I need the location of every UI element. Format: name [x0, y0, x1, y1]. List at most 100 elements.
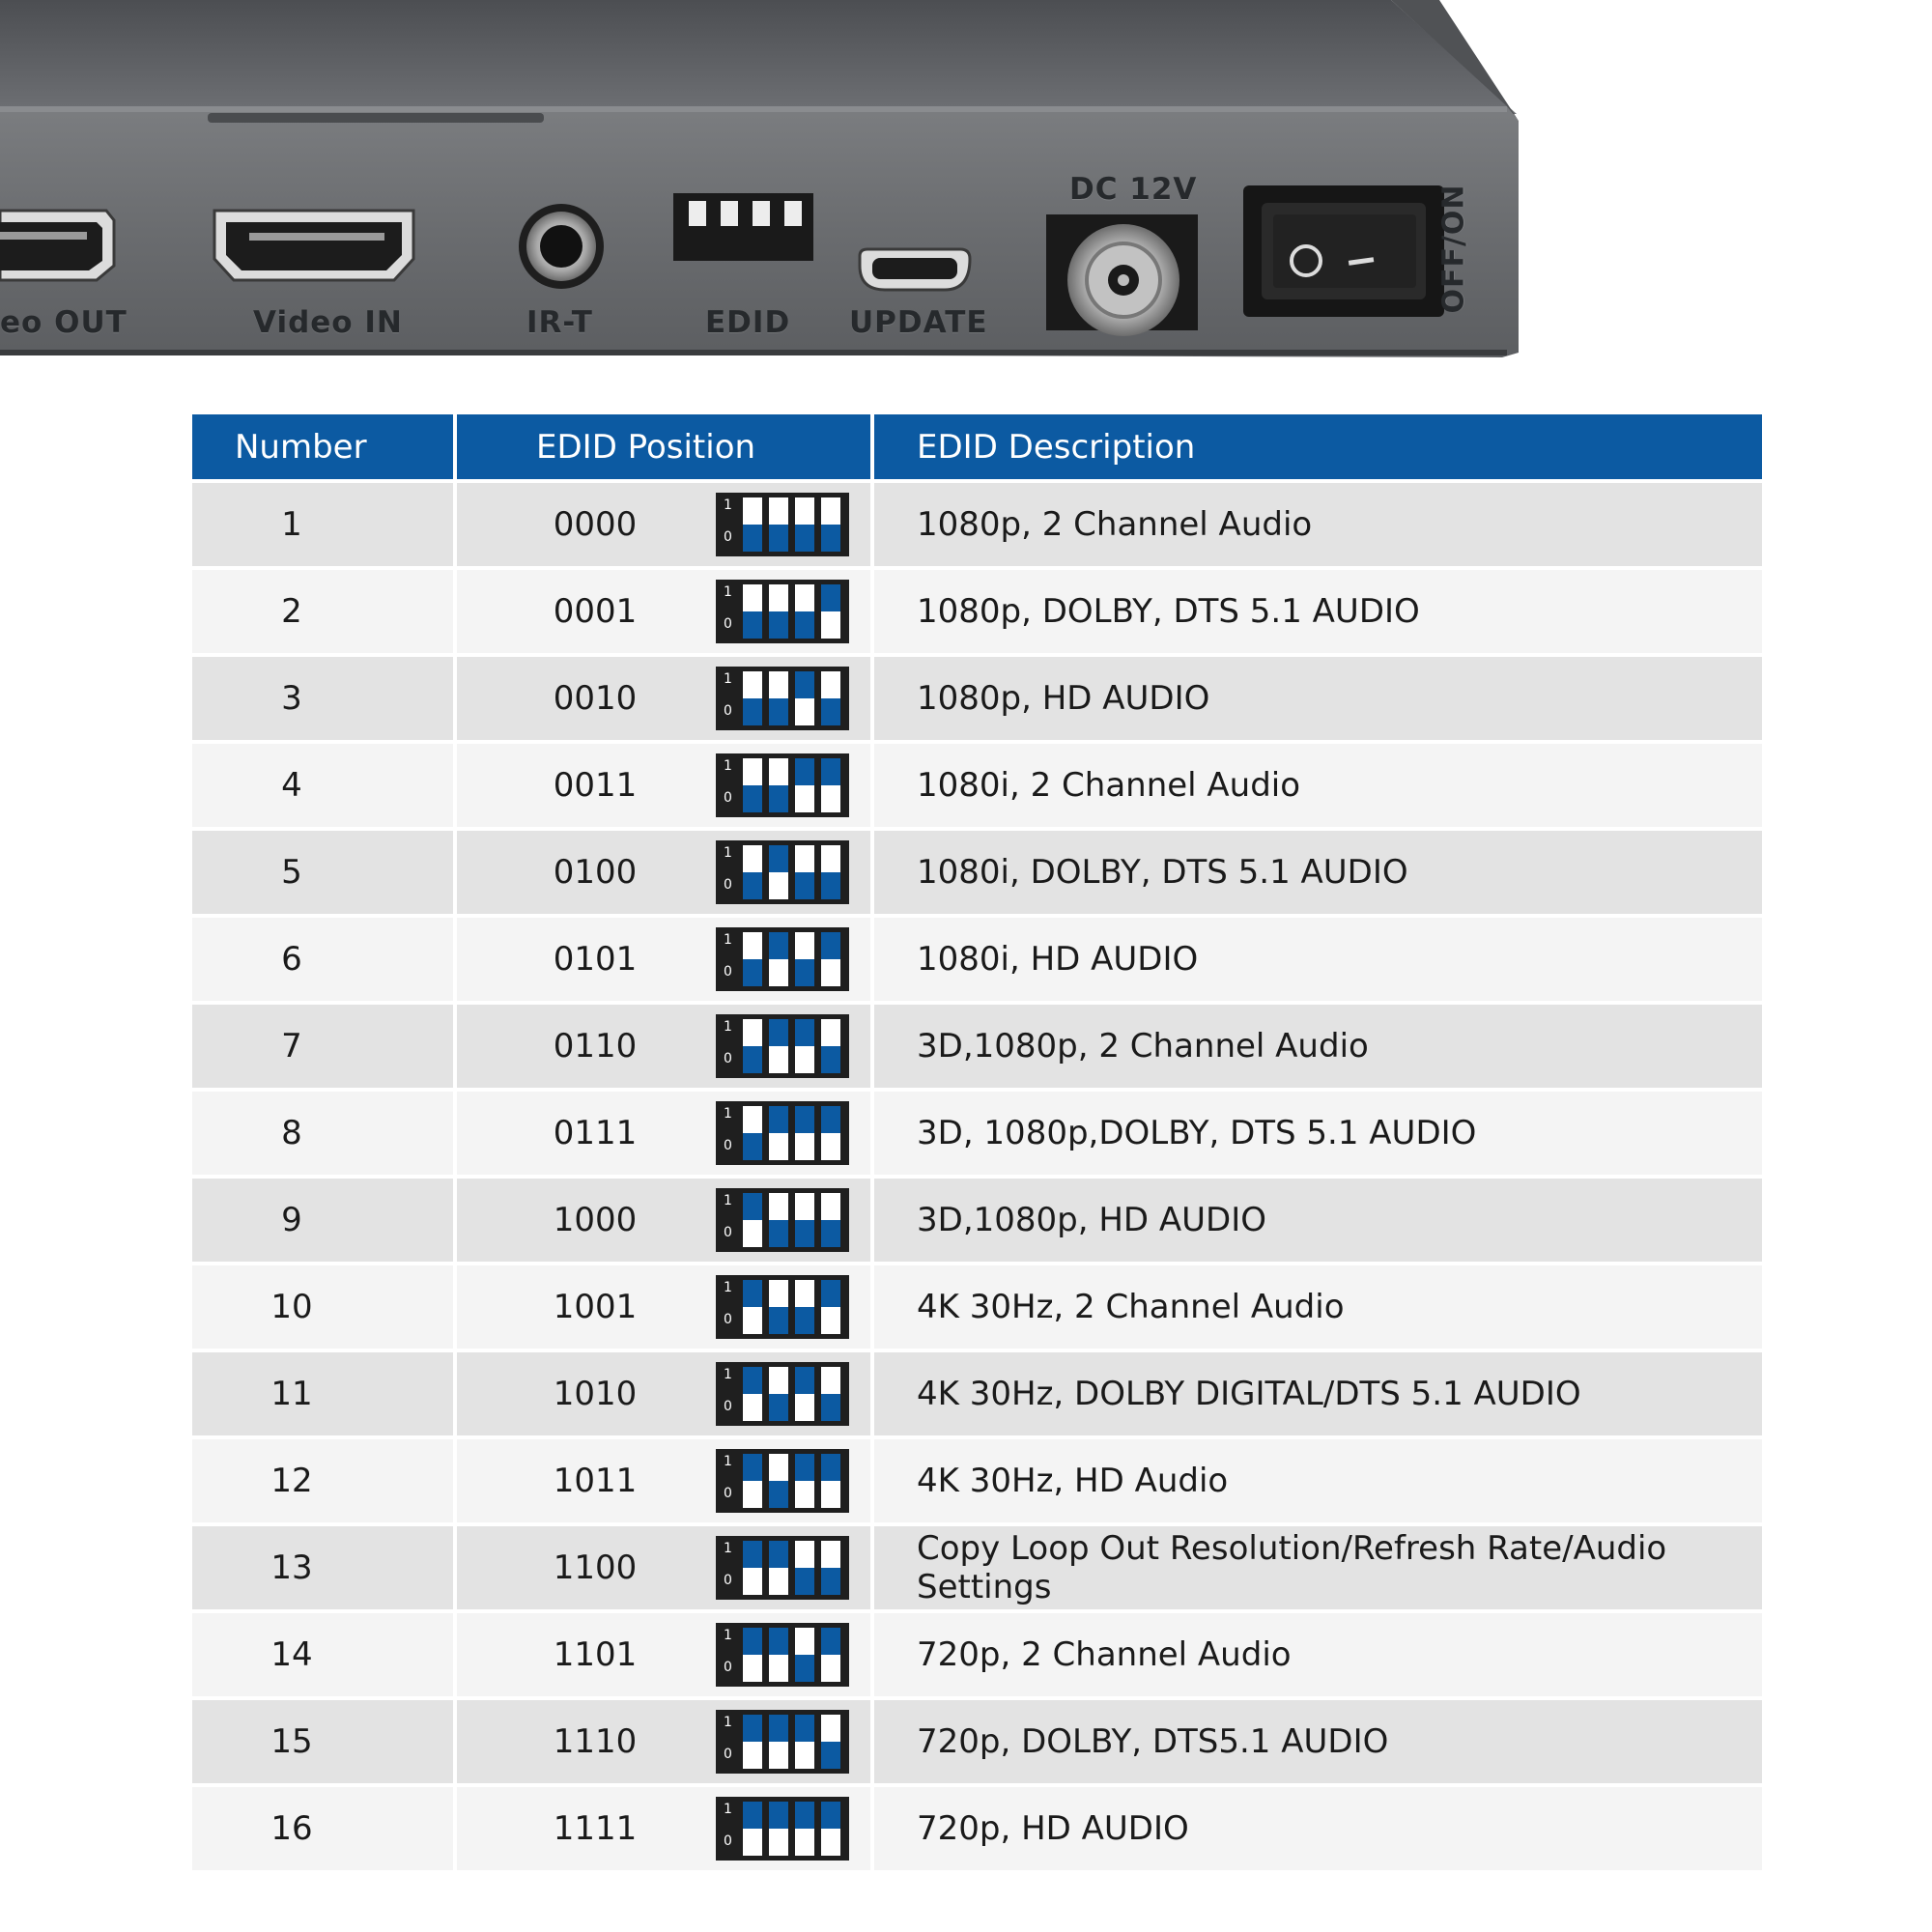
cell-edid-position: 0111 1 0 — [453, 1088, 870, 1175]
dip-toggle-3 — [795, 1715, 814, 1769]
dip-switch-icon: 10 — [716, 1449, 849, 1513]
cell-number: 16 — [192, 1783, 453, 1870]
edid-description: 1080i, 2 Channel Audio — [917, 766, 1301, 805]
dip-toggle-1 — [743, 671, 762, 725]
dip-label-one: 1 — [724, 758, 732, 774]
dip-toggle-1 — [743, 1541, 762, 1595]
cell-edid-description: 4K 30Hz, HD Audio — [870, 1435, 1762, 1522]
dip-label-one: 1 — [724, 671, 732, 687]
dip-toggle-knob — [769, 698, 788, 725]
dip-toggle-knob — [769, 1481, 788, 1508]
dip-toggle-knob — [743, 1280, 762, 1307]
dip-toggle-knob — [795, 1454, 814, 1481]
table-row: 12 1011 1 0 4K 30Hz, HD Audio — [192, 1435, 1762, 1522]
cell-edid-description: 1080p, 2 Channel Audio — [870, 479, 1762, 566]
table-row: 6 0101 1 0 1080i, HD AUDIO — [192, 914, 1762, 1001]
dip-toggle-4 — [821, 845, 840, 899]
header-edid-description: EDID Description — [870, 414, 1762, 479]
dip-label-one: 1 — [724, 845, 732, 861]
dip-toggle-1 — [743, 1106, 762, 1160]
dip-toggle-3 — [795, 1541, 814, 1595]
dc-jack-icon — [1046, 214, 1198, 336]
dip-toggle-knob — [795, 1655, 814, 1682]
dip-toggle-knob — [743, 1715, 762, 1742]
cell-edid-description: 1080p, DOLBY, DTS 5.1 AUDIO — [870, 566, 1762, 653]
header-number: Number — [192, 414, 453, 479]
dip-toggle-knob — [795, 1019, 814, 1046]
dip-toggle-1 — [743, 1280, 762, 1334]
cell-number: 10 — [192, 1262, 453, 1349]
row-number: 8 — [281, 1114, 302, 1152]
dip-toggle-3 — [795, 584, 814, 639]
edid-label: EDID — [705, 305, 791, 340]
dip-toggle-4 — [821, 1541, 840, 1595]
dip-toggle-4 — [821, 1367, 840, 1421]
dip-toggle-knob — [743, 785, 762, 812]
edid-description: 720p, DOLBY, DTS5.1 AUDIO — [917, 1722, 1389, 1761]
dip-label-zero: 0 — [724, 790, 732, 806]
dip-toggle-knob — [769, 1307, 788, 1334]
cell-number: 5 — [192, 827, 453, 914]
dip-toggle-1 — [743, 1193, 762, 1247]
table-row: 1 0000 1 0 1080p, 2 Channel Audio — [192, 479, 1762, 566]
dip-toggle-1 — [743, 1802, 762, 1856]
row-number: 9 — [281, 1201, 302, 1239]
dip-label-zero: 0 — [724, 1486, 732, 1501]
dip-label-one: 1 — [724, 497, 732, 513]
video-out-label: eo OUT — [0, 305, 128, 340]
dip-toggle-knob — [821, 698, 840, 725]
dip-label-one: 1 — [724, 1280, 732, 1295]
dip-toggle-4 — [821, 1802, 840, 1856]
dip-switch-icon: 10 — [716, 1797, 849, 1861]
edid-position-code: 0110 — [553, 1027, 638, 1065]
dip-toggle-2 — [769, 758, 788, 812]
dip-toggle-3 — [795, 758, 814, 812]
dip-label-zero: 0 — [724, 703, 732, 719]
cell-edid-description: 3D, 1080p,DOLBY, DTS 5.1 AUDIO — [870, 1088, 1762, 1175]
dip-switch-icon: 10 — [716, 1101, 849, 1165]
hdmi-out-port-icon — [0, 209, 116, 282]
dip-toggle-knob — [821, 1106, 840, 1133]
cell-edid-position: 1101 1 0 — [453, 1609, 870, 1696]
edid-position-code: 1011 — [553, 1462, 638, 1500]
row-number: 5 — [281, 853, 302, 892]
dip-toggle-knob — [821, 525, 840, 552]
dip-toggle-2 — [769, 845, 788, 899]
table-row: 16 1111 1 0 720p, HD AUDIO — [192, 1783, 1762, 1870]
dip-label-zero: 0 — [724, 1747, 732, 1762]
dip-label-one: 1 — [724, 1541, 732, 1556]
dip-toggle-knob — [821, 1280, 840, 1307]
cell-number: 12 — [192, 1435, 453, 1522]
dip-toggle-knob — [821, 872, 840, 899]
edid-dip-switch-icon — [673, 193, 813, 261]
edid-description: 1080i, HD AUDIO — [917, 940, 1199, 979]
dip-toggle-4 — [821, 1715, 840, 1769]
table-row: 5 0100 1 0 1080i, DOLBY, DTS 5.1 AUDIO — [192, 827, 1762, 914]
dip-toggle-knob — [795, 1802, 814, 1829]
cell-edid-description: 1080p, HD AUDIO — [870, 653, 1762, 740]
dip-toggle-2 — [769, 932, 788, 986]
dip-switch-icon: 10 — [716, 927, 849, 991]
cell-edid-position: 1011 1 0 — [453, 1435, 870, 1522]
dip-label-zero: 0 — [724, 964, 732, 980]
dip-label-one: 1 — [724, 1628, 732, 1643]
dip-toggle-4 — [821, 1106, 840, 1160]
dip-toggle-knob — [795, 959, 814, 986]
row-number: 11 — [270, 1375, 313, 1413]
dip-label-zero: 0 — [724, 1225, 732, 1240]
row-number: 2 — [281, 592, 302, 631]
dip-toggle-1 — [743, 758, 762, 812]
edid-description: 4K 30Hz, HD Audio — [917, 1462, 1229, 1500]
dip-toggle-knob — [821, 1394, 840, 1421]
dip-toggle-knob — [743, 1367, 762, 1394]
edid-table: Number EDID Position EDID Description 10… — [192, 414, 1762, 1870]
dip-toggle-knob — [769, 845, 788, 872]
dip-switch-icon: 10 — [716, 1623, 849, 1687]
dip-toggle-3 — [795, 671, 814, 725]
edid-description: 3D,1080p, HD AUDIO — [917, 1201, 1267, 1239]
cell-edid-position: 1010 1 0 — [453, 1349, 870, 1435]
dip-label-one: 1 — [724, 1802, 732, 1817]
dip-toggle-1 — [743, 497, 762, 552]
cell-edid-position: 0110 1 0 — [453, 1001, 870, 1088]
dip-toggle-knob — [769, 1019, 788, 1046]
